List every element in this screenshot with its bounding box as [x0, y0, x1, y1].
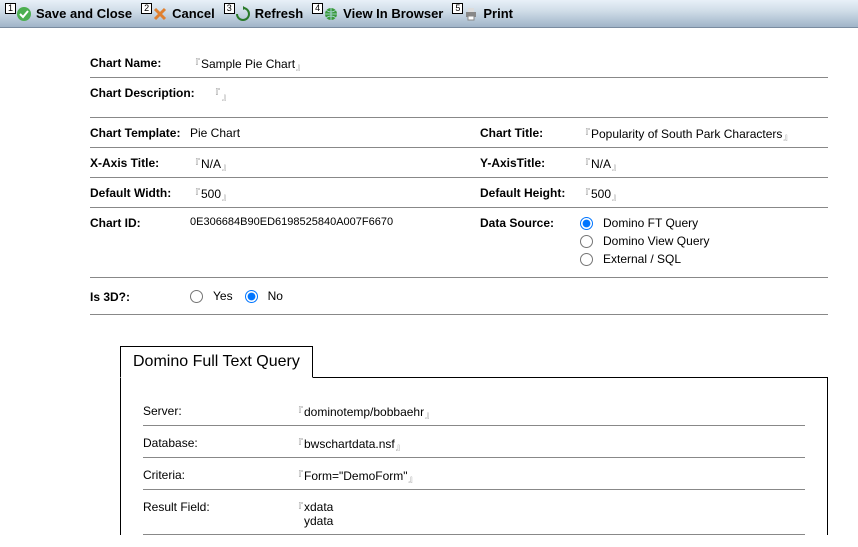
close-bracket-icon: 』 — [425, 408, 434, 421]
toolbar: 1 Save and Close 2 Cancel 3 Refresh 4 Vi… — [0, 0, 858, 28]
open-bracket-icon: 『 — [210, 85, 220, 100]
chart-title-label: Chart Title: — [480, 124, 580, 140]
refresh-button[interactable]: 3 Refresh — [223, 4, 309, 24]
default-height-label: Default Height: — [480, 184, 580, 200]
chart-id-label: Chart ID: — [90, 214, 190, 230]
open-bracket-icon: 『 — [190, 155, 200, 170]
y-axis-value: N/A — [591, 157, 611, 171]
checkmark-icon — [16, 6, 32, 22]
globe-icon — [323, 6, 339, 22]
database-field[interactable]: 『 bwschartdata.nsf 』 — [293, 434, 405, 451]
default-height-value: 500 — [591, 187, 611, 201]
data-source-radio-ft[interactable] — [580, 217, 593, 230]
close-bracket-icon: 』 — [612, 190, 621, 203]
result-field-label: Result Field: — [143, 498, 293, 514]
radio-label: Domino FT Query — [603, 216, 698, 230]
close-bracket-icon: 』 — [222, 190, 231, 203]
toolbar-label: View In Browser — [343, 6, 443, 21]
y-axis-field[interactable]: 『 N/A 』 — [580, 154, 621, 171]
server-field[interactable]: 『 dominotemp/bobbaehr 』 — [293, 402, 434, 419]
print-button[interactable]: 5 Print — [451, 4, 519, 24]
key-hint: 5 — [452, 3, 463, 14]
result-field-value: ydata — [304, 514, 333, 528]
database-value: bwschartdata.nsf — [304, 437, 395, 451]
chart-title-field[interactable]: 『 Popularity of South Park Characters 』 — [580, 124, 792, 141]
data-source-radio-group: Domino FT Query Domino View Query Extern… — [580, 214, 710, 270]
data-source-label: Data Source: — [480, 214, 580, 230]
chart-name-label: Chart Name: — [90, 54, 190, 70]
is3d-radio-group: Yes No — [190, 288, 283, 304]
cancel-icon — [152, 6, 168, 22]
radio-label: Yes — [213, 289, 233, 303]
criteria-field[interactable]: 『 Form="DemoForm" 』 — [293, 466, 418, 483]
open-bracket-icon: 『 — [293, 435, 303, 450]
open-bracket-icon: 『 — [580, 125, 590, 140]
tab-ft-query[interactable]: Domino Full Text Query — [120, 346, 313, 378]
toolbar-label: Refresh — [255, 6, 303, 21]
close-bracket-icon: 』 — [222, 90, 231, 103]
open-bracket-icon: 『 — [293, 467, 303, 482]
chart-desc-label: Chart Description: — [90, 84, 210, 100]
chart-desc-field[interactable]: 『 』 — [210, 84, 231, 101]
close-bracket-icon: 』 — [409, 472, 418, 485]
key-hint: 1 — [5, 3, 16, 14]
default-width-field[interactable]: 『 500 』 — [190, 184, 231, 201]
close-bracket-icon: 』 — [222, 160, 231, 173]
close-bracket-icon: 』 — [296, 60, 305, 73]
result-field-value: xdata — [304, 500, 333, 514]
printer-icon — [463, 6, 479, 22]
close-bracket-icon: 』 — [783, 130, 792, 143]
is3d-radio-no[interactable] — [245, 290, 258, 303]
is3d-radio-yes[interactable] — [190, 290, 203, 303]
open-bracket-icon: 『 — [293, 499, 303, 514]
chart-template-value: Pie Chart — [190, 124, 240, 140]
key-hint: 2 — [141, 3, 152, 14]
view-in-browser-button[interactable]: 4 View In Browser — [311, 4, 449, 24]
form-content: Chart Name: 『 Sample Pie Chart 』 Chart D… — [0, 28, 858, 535]
toolbar-label: Print — [483, 6, 513, 21]
close-bracket-icon: 』 — [612, 160, 621, 173]
is3d-label: Is 3D?: — [90, 288, 190, 304]
x-axis-label: X-Axis Title: — [90, 154, 190, 170]
close-bracket-icon: 』 — [396, 440, 405, 453]
criteria-label: Criteria: — [143, 466, 293, 482]
open-bracket-icon: 『 — [580, 155, 590, 170]
key-hint: 4 — [312, 3, 323, 14]
open-bracket-icon: 『 — [190, 185, 200, 200]
toolbar-label: Save and Close — [36, 6, 132, 21]
key-hint: 3 — [224, 3, 235, 14]
open-bracket-icon: 『 — [190, 55, 200, 70]
x-axis-field[interactable]: 『 N/A 』 — [190, 154, 231, 171]
default-width-label: Default Width: — [90, 184, 190, 200]
chart-id-value: 0E306684B90ED6198525840A007F6670 — [190, 214, 393, 228]
open-bracket-icon: 『 — [580, 185, 590, 200]
server-value: dominotemp/bobbaehr — [304, 405, 424, 419]
chart-name-field[interactable]: 『 Sample Pie Chart 』 — [190, 54, 305, 71]
radio-label: No — [268, 289, 283, 303]
chart-template-label: Chart Template: — [90, 124, 190, 140]
refresh-icon — [235, 6, 251, 22]
chart-name-value: Sample Pie Chart — [201, 57, 295, 71]
query-section: Domino Full Text Query Server: 『 dominot… — [120, 345, 828, 535]
toolbar-label: Cancel — [172, 6, 215, 21]
save-and-close-button[interactable]: 1 Save and Close — [4, 4, 138, 24]
result-field-field[interactable]: 『 xdata ydata — [293, 498, 333, 528]
y-axis-label: Y-AxisTitle: — [480, 154, 580, 170]
data-source-radio-view[interactable] — [580, 235, 593, 248]
default-width-value: 500 — [201, 187, 221, 201]
data-source-radio-sql[interactable] — [580, 253, 593, 266]
criteria-value: Form="DemoForm" — [304, 469, 408, 483]
chart-title-value: Popularity of South Park Characters — [591, 127, 782, 141]
open-bracket-icon: 『 — [293, 403, 303, 418]
x-axis-value: N/A — [201, 157, 221, 171]
radio-label: External / SQL — [603, 252, 681, 266]
server-label: Server: — [143, 402, 293, 418]
default-height-field[interactable]: 『 500 』 — [580, 184, 621, 201]
database-label: Database: — [143, 434, 293, 450]
radio-label: Domino View Query — [603, 234, 710, 248]
cancel-button[interactable]: 2 Cancel — [140, 4, 221, 24]
